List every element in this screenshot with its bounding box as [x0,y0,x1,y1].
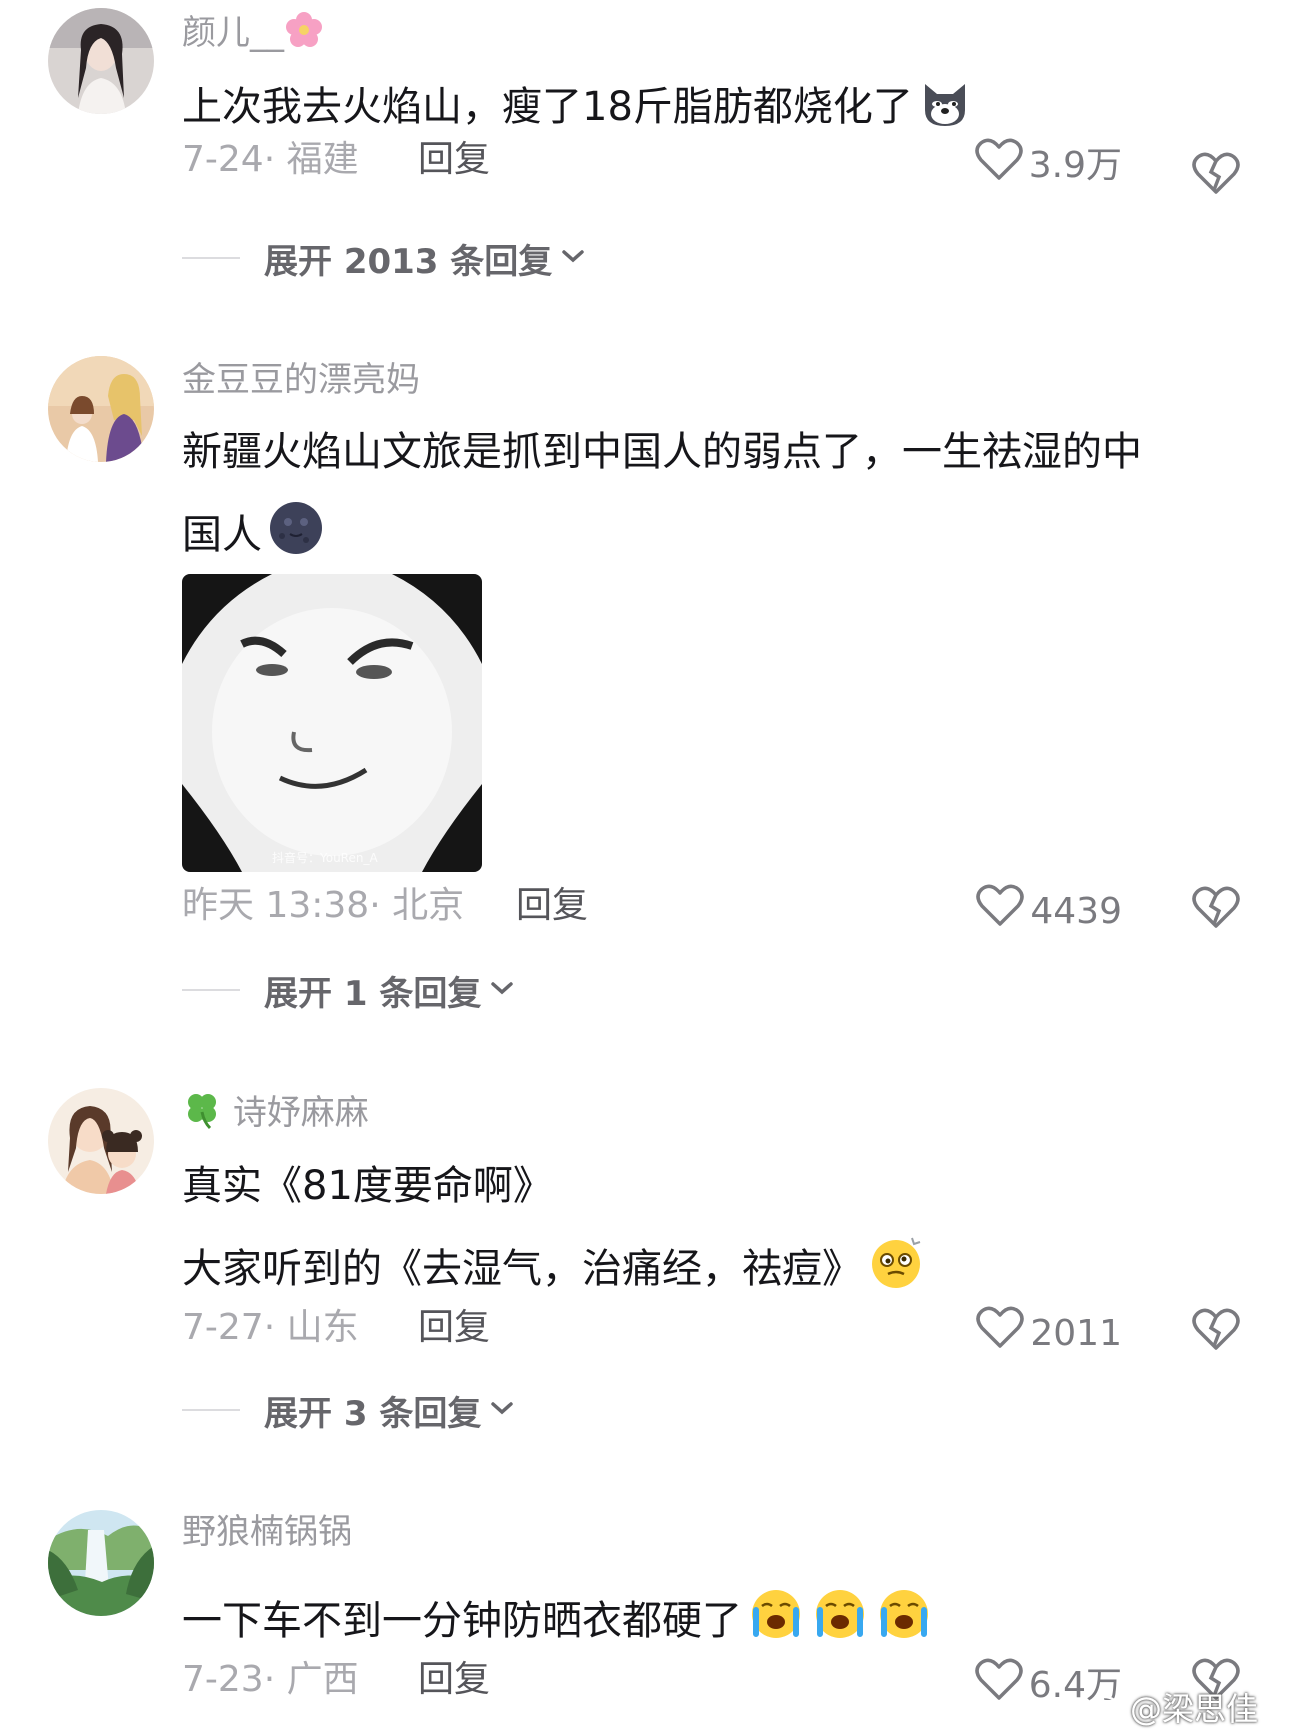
dark-moon-face-icon [268,500,324,567]
comment-text: 真实《81度要命啊》 [182,1163,553,1209]
like-button[interactable]: 2011 [976,1306,1122,1361]
username[interactable]: 诗妤麻麻 [182,1090,369,1139]
comment-text-content: 一下车不到一分钟防晒衣都硬了 [182,1598,742,1644]
dislike-button[interactable] [1192,1308,1240,1356]
crying-face-icon [748,1586,934,1653]
sticker-watermark: 抖音号：YouRen_A [272,851,378,865]
comment-text-content: 上次我去火焰山，瘦了18斤脂肪都烧化了 [182,84,913,130]
cherry-blossom-icon [284,10,324,59]
dizzy-face-icon [868,1234,924,1301]
comment-text: 上次我去火焰山，瘦了18斤脂肪都烧化了 [182,80,971,139]
date-location: 7-24· 福建 [182,139,359,180]
dislike-button[interactable] [1192,886,1240,934]
date-location: 7-27· 山东 [182,1307,359,1348]
username-text[interactable]: 野狼楠锅锅 [182,1512,352,1552]
expand-replies-button[interactable]: 展开 3 条回复 [182,1388,515,1434]
avatar[interactable] [48,1088,154,1194]
comment-text: 大家听到的《去湿气，治痛经，祛痘》 [182,1234,924,1301]
comment-text-content: 大家听到的《去湿气，治痛经，祛痘》 [182,1246,862,1292]
username[interactable]: 野狼楠锅锅 [182,1512,352,1552]
like-count: 4439 [1030,890,1122,932]
heart-icon [974,1658,1023,1713]
heart-icon [976,884,1025,939]
broken-heart-icon [1192,1308,1240,1356]
chevron-down-icon [481,979,515,1001]
weibo-watermark: @梁思佳 [1088,1684,1258,1730]
like-button[interactable]: 4439 [976,884,1122,939]
username[interactable]: 颜儿__ [182,10,324,59]
divider [182,1409,240,1411]
dislike-button[interactable] [1192,152,1240,200]
comment-text: 一下车不到一分钟防晒衣都硬了 [182,1586,934,1653]
like-count: 2011 [1030,1312,1122,1354]
avatar[interactable] [48,1510,154,1616]
like-button[interactable]: 3.9万 [974,138,1122,193]
broken-heart-icon [1192,152,1240,200]
weibo-logo-icon [1088,1687,1126,1727]
username-text[interactable]: 金豆豆的漂亮妈 [182,360,420,400]
expand-label: 展开 1 条回复 [264,973,482,1014]
reply-button[interactable]: 回复 [418,1306,490,1350]
heart-icon [974,138,1023,193]
heart-icon [976,1306,1025,1361]
dog-face-icon [919,80,971,139]
avatar[interactable] [48,8,154,114]
comment-text: 国人 [182,500,324,567]
chevron-down-icon [552,247,586,269]
broken-heart-icon [1192,886,1240,934]
username-text[interactable]: 颜儿__ [182,13,284,53]
date-location: 昨天 13:38· 北京 [182,885,465,926]
expand-replies-button[interactable]: 展开 1 条回复 [182,968,515,1014]
divider [182,989,240,991]
date-location: 7-23· 广西 [182,1659,359,1700]
reply-button[interactable]: 回复 [418,1658,490,1702]
sticker-image[interactable]: 抖音号：YouRen_A [182,574,482,872]
watermark-text: @梁思佳 [1130,1690,1259,1728]
comment-text: 新疆火焰山文旅是抓到中国人的弱点了，一生祛湿的中 [182,429,1142,475]
like-count: 3.9万 [1028,144,1122,186]
divider [182,257,240,259]
username-text[interactable]: 诗妤麻麻 [233,1093,369,1133]
username[interactable]: 金豆豆的漂亮妈 [182,360,420,400]
reply-button[interactable]: 回复 [418,138,490,182]
expand-replies-button[interactable]: 展开 2013 条回复 [182,236,586,282]
chevron-down-icon [481,1399,515,1421]
expand-label: 展开 2013 条回复 [264,241,553,282]
avatar[interactable] [48,356,154,462]
four-leaf-clover-icon [182,1090,222,1139]
expand-label: 展开 3 条回复 [264,1393,482,1434]
reply-button[interactable]: 回复 [516,884,588,928]
comment-text-content: 国人 [182,512,262,558]
